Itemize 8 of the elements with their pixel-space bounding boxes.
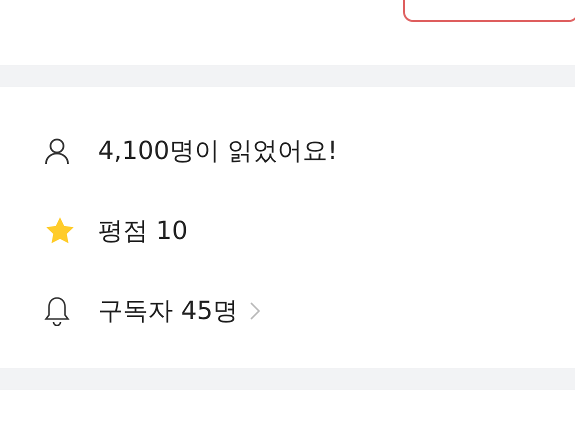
stat-text: 4,100명이 읽었어요! — [98, 134, 338, 167]
star-icon — [44, 216, 76, 246]
bell-icon — [44, 296, 70, 326]
person-icon — [44, 136, 70, 164]
chevron-icon — [250, 302, 260, 320]
stat-text: 평점 10 — [98, 214, 188, 247]
subscriber-link[interactable]: 구독자 45명 — [98, 292, 260, 330]
outlined-button[interactable] — [403, 0, 575, 22]
